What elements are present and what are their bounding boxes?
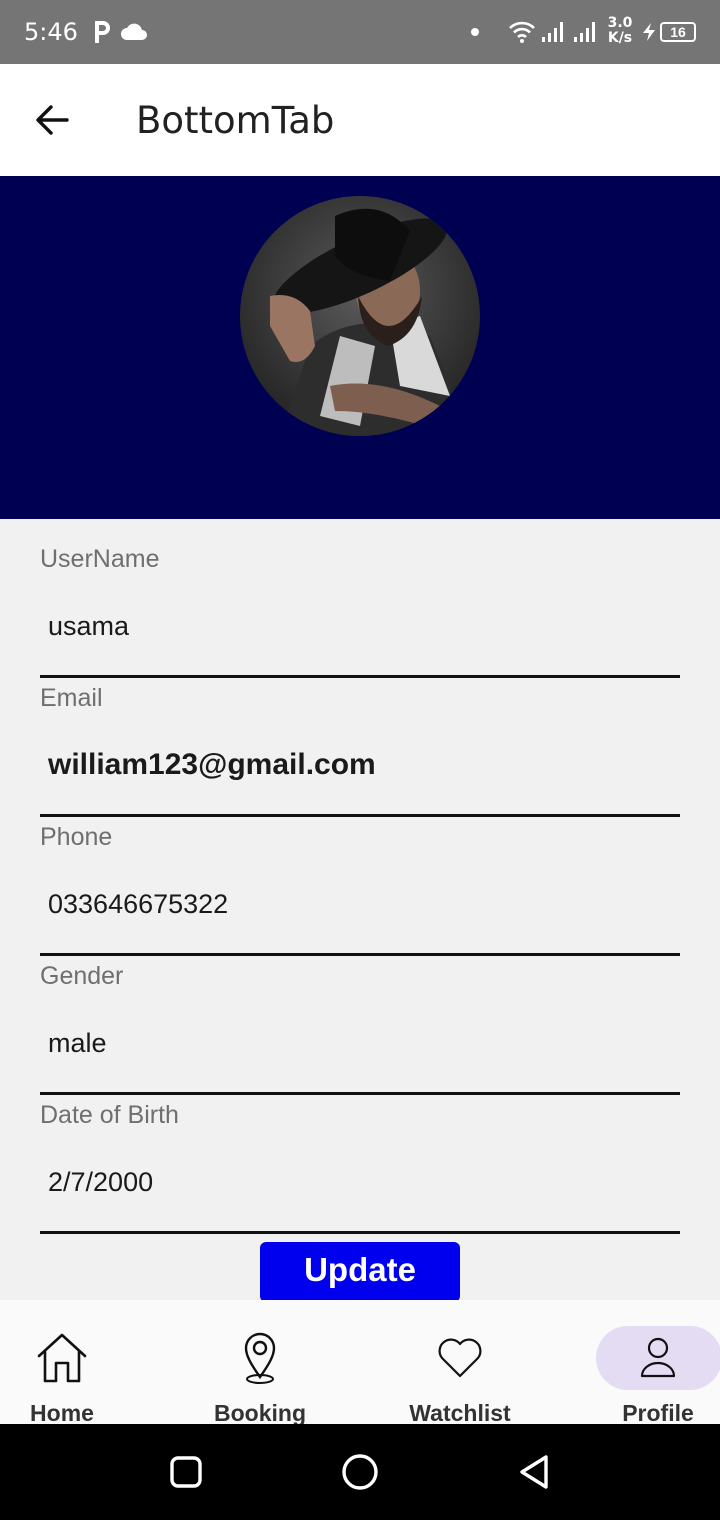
cloud-icon <box>121 23 147 40</box>
username-field[interactable]: UserName usama <box>40 519 680 678</box>
network-speed-value: 3.0 <box>607 15 633 31</box>
notification-dot-icon <box>471 28 479 36</box>
home-system-button[interactable] <box>336 1448 384 1496</box>
arrow-left-icon <box>36 105 69 135</box>
square-icon <box>170 1456 202 1488</box>
tab-watchlist[interactable]: Watchlist <box>380 1300 540 1426</box>
back-system-button[interactable] <box>510 1448 558 1496</box>
gender-value[interactable]: male <box>48 1028 107 1059</box>
bottom-nav: Home Booking Watchlist Profile <box>0 1300 720 1426</box>
location-pin-icon <box>232 1330 288 1386</box>
date-of-birth-field[interactable]: Date of Birth 2/7/2000 <box>40 1075 680 1234</box>
status-time: 5:46 <box>24 18 78 46</box>
date-of-birth-label: Date of Birth <box>40 1101 179 1129</box>
update-button[interactable]: Update <box>260 1242 460 1302</box>
back-button[interactable] <box>24 92 80 148</box>
system-nav-bar <box>0 1424 720 1520</box>
heart-icon <box>432 1330 488 1386</box>
network-speed: 3.0 K/s <box>604 16 636 46</box>
date-of-birth-value[interactable]: 2/7/2000 <box>48 1167 153 1198</box>
tab-profile[interactable]: Profile <box>578 1300 720 1426</box>
username-label: UserName <box>40 545 160 573</box>
tab-profile-label: Profile <box>622 1400 694 1426</box>
field-underline <box>40 1231 680 1234</box>
battery-icon: 16 <box>660 22 696 42</box>
phone-label: Phone <box>40 823 113 851</box>
home-icon <box>34 1330 90 1386</box>
network-speed-unit: K/s <box>607 30 633 46</box>
charging-bolt-icon <box>643 23 655 41</box>
cell-signal-icon <box>542 22 563 42</box>
username-value[interactable]: usama <box>48 611 129 642</box>
email-label: Email <box>40 684 103 712</box>
recent-apps-button[interactable] <box>162 1448 210 1496</box>
person-icon <box>630 1330 686 1386</box>
status-bar: 5:46 3.0 K/s 16 <box>0 0 720 64</box>
tab-booking-label: Booking <box>214 1400 306 1426</box>
avatar[interactable] <box>240 196 480 436</box>
wifi-icon <box>509 21 535 43</box>
profile-header <box>0 176 720 519</box>
profile-form: UserName usama Email william123@gmail.co… <box>40 519 680 1234</box>
circle-icon <box>342 1454 378 1490</box>
email-field[interactable]: Email william123@gmail.com <box>40 658 680 817</box>
page-title: BottomTab <box>136 99 335 142</box>
tab-home[interactable]: Home <box>0 1300 142 1426</box>
app-bar: BottomTab <box>0 64 720 176</box>
parking-app-icon <box>95 21 110 43</box>
tab-watchlist-label: Watchlist <box>409 1400 511 1426</box>
cell-signal-icon <box>574 22 595 42</box>
triangle-back-icon <box>520 1455 548 1489</box>
email-value[interactable]: william123@gmail.com <box>48 748 376 782</box>
avatar-photo <box>240 196 480 436</box>
phone-field[interactable]: Phone 033646675322 <box>40 797 680 956</box>
tab-booking[interactable]: Booking <box>180 1300 340 1426</box>
gender-field[interactable]: Gender male <box>40 936 680 1095</box>
phone-value[interactable]: 033646675322 <box>48 889 228 920</box>
gender-label: Gender <box>40 962 124 990</box>
tab-home-label: Home <box>30 1400 94 1426</box>
